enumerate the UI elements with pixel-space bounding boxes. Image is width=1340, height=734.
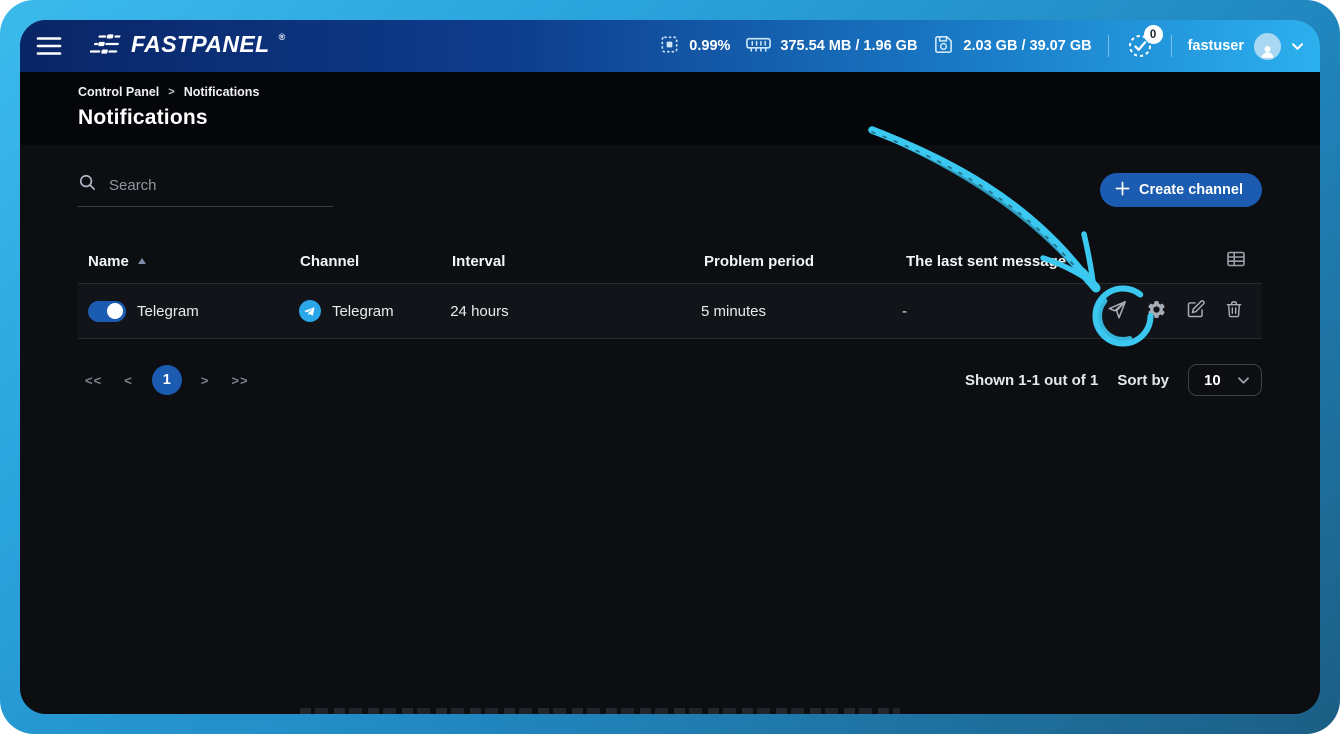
delete-channel-button[interactable] — [1222, 299, 1246, 323]
pagination-last-button[interactable]: >> — [224, 369, 255, 392]
footer-clipped-text — [300, 708, 900, 714]
create-channel-button[interactable]: Create channel — [1100, 173, 1262, 207]
pagination-first-button[interactable]: << — [78, 369, 109, 392]
create-channel-label: Create channel — [1139, 182, 1243, 198]
cpu-value: 0.99% — [689, 38, 730, 54]
sort-by-label: Sort by — [1117, 372, 1169, 389]
sort-asc-icon — [138, 258, 146, 264]
username: fastuser — [1188, 38, 1244, 54]
pagination-prev-button[interactable]: < — [117, 369, 140, 392]
cpu-stat: 0.99% — [659, 34, 730, 59]
page-size-value: 10 — [1204, 372, 1221, 389]
page-title: Notifications — [78, 106, 1262, 130]
column-header-last-sent[interactable]: The last sent message — [896, 253, 1100, 270]
equalizer-logo-icon — [90, 31, 122, 62]
telegram-icon — [299, 300, 321, 322]
edit-icon — [1185, 299, 1206, 323]
notifications-table: Name Channel Interval Problem period The… — [78, 239, 1262, 339]
cell-name: Telegram — [78, 301, 289, 322]
cell-problem-period: 5 minutes — [691, 303, 892, 320]
disk-value: 2.03 GB / 39.07 GB — [963, 38, 1091, 54]
send-test-message-button[interactable] — [1105, 299, 1129, 323]
pagination-page-1[interactable]: 1 — [152, 365, 182, 395]
table-row: Telegram Telegram 24 hours 5 minutes - — [78, 283, 1262, 339]
registered-mark: ® — [279, 32, 286, 42]
page-header-band: Control Panel > Notifications Notificati… — [20, 72, 1320, 145]
pagination-next-button[interactable]: > — [194, 369, 217, 392]
breadcrumb-separator: > — [168, 86, 174, 98]
page-size-select[interactable]: 10 — [1188, 364, 1262, 396]
pager: << < 1 > >> — [78, 365, 256, 395]
search-input[interactable] — [109, 177, 333, 194]
table-columns-icon — [1226, 249, 1246, 273]
search-icon — [78, 173, 97, 197]
tasks-icon[interactable]: 0 — [1125, 31, 1155, 61]
cell-last-sent: - — [892, 303, 1095, 320]
divider — [1171, 35, 1172, 57]
app-window: FASTPANEL ® 0.99% 375.54 MB / 1.96 GB — [20, 20, 1320, 714]
channel-enabled-toggle[interactable] — [88, 301, 126, 322]
table-header: Name Channel Interval Problem period The… — [78, 239, 1262, 283]
column-header-interval[interactable]: Interval — [442, 253, 694, 270]
user-menu[interactable]: fastuser — [1188, 33, 1304, 60]
toolbar: Create channel — [78, 173, 1262, 207]
memory-stat: 375.54 MB / 1.96 GB — [746, 34, 917, 58]
gear-icon — [1146, 299, 1167, 323]
cell-interval: 24 hours — [440, 303, 691, 320]
column-settings-button[interactable] — [1100, 249, 1262, 273]
memory-value: 375.54 MB / 1.96 GB — [780, 38, 917, 54]
divider — [1108, 35, 1109, 57]
send-icon — [1106, 299, 1128, 324]
edit-channel-button[interactable] — [1183, 299, 1207, 323]
channel-settings-button[interactable] — [1144, 299, 1168, 323]
shown-count-text: Shown 1-1 out of 1 — [965, 372, 1098, 389]
fastpanel-logo[interactable]: FASTPANEL ® — [90, 31, 285, 62]
chevron-down-icon — [1291, 39, 1304, 54]
channel-type: Telegram — [332, 303, 394, 320]
disk-icon — [933, 34, 954, 59]
content: Create channel Name Channel Interval Pro… — [20, 145, 1320, 714]
cell-channel: Telegram — [289, 300, 440, 322]
breadcrumb-notifications[interactable]: Notifications — [184, 85, 260, 99]
breadcrumb: Control Panel > Notifications — [78, 85, 1262, 99]
topbar: FASTPANEL ® 0.99% 375.54 MB / 1.96 GB — [20, 20, 1320, 72]
chevron-down-icon — [1237, 372, 1250, 389]
ram-icon — [746, 34, 771, 58]
search-box — [78, 173, 333, 207]
cpu-icon — [659, 34, 680, 59]
channel-name: Telegram — [137, 303, 199, 320]
avatar — [1254, 33, 1281, 60]
tasks-count-badge: 0 — [1144, 25, 1163, 44]
hamburger-menu-icon[interactable] — [34, 31, 64, 61]
breadcrumb-control-panel[interactable]: Control Panel — [78, 85, 159, 99]
plus-icon — [1115, 181, 1130, 200]
column-header-name[interactable]: Name — [78, 253, 290, 270]
column-header-channel[interactable]: Channel — [290, 253, 442, 270]
pagination: << < 1 > >> Shown 1-1 out of 1 Sort by 1… — [78, 359, 1262, 401]
device-frame: FASTPANEL ® 0.99% 375.54 MB / 1.96 GB — [0, 0, 1340, 734]
column-header-problem-period[interactable]: Problem period — [694, 253, 896, 270]
logo-text: FASTPANEL — [131, 31, 270, 57]
disk-stat: 2.03 GB / 39.07 GB — [933, 34, 1091, 59]
trash-icon — [1224, 299, 1244, 323]
cell-actions — [1095, 299, 1262, 323]
